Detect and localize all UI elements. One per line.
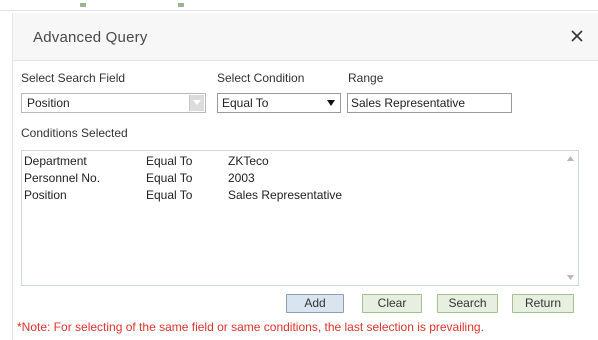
condition-value: 2003	[228, 171, 255, 185]
condition-select[interactable]: Equal To	[217, 93, 341, 113]
condition-operator: Equal To	[146, 154, 193, 168]
dialog-header: Advanced Query	[13, 13, 598, 61]
advanced-query-dialog: Advanced Query Select Search Field Selec…	[12, 13, 598, 340]
condition-value: ZKTeco	[228, 154, 269, 168]
search-field-value: Position	[27, 96, 70, 110]
condition-value: Sales Representative	[228, 188, 343, 202]
search-field-dropdown-button[interactable]	[189, 95, 204, 111]
divider	[0, 10, 598, 11]
clear-button[interactable]: Clear	[362, 294, 422, 313]
background-mark	[178, 3, 184, 7]
chevron-down-icon	[193, 100, 201, 105]
scroll-down-icon[interactable]	[567, 275, 574, 280]
search-button[interactable]: Search	[437, 294, 498, 313]
dialog-title: Advanced Query	[33, 29, 148, 46]
range-value: Sales Representative	[351, 96, 466, 110]
return-button[interactable]: Return	[512, 294, 574, 313]
selection-note: *Note: For selecting of the same field o…	[17, 320, 484, 334]
condition-field: Position	[24, 188, 67, 202]
condition-value: Equal To	[222, 96, 269, 110]
condition-operator: Equal To	[146, 171, 193, 185]
conditions-selected-label: Conditions Selected	[21, 126, 128, 140]
condition-operator: Equal To	[146, 188, 193, 202]
background-window-strip	[0, 0, 598, 12]
condition-field: Personnel No.	[24, 171, 101, 185]
scrollbar[interactable]	[563, 151, 578, 285]
chevron-down-icon	[327, 100, 335, 106]
range-label: Range	[348, 71, 384, 85]
page: Advanced Query Select Search Field Selec…	[0, 0, 598, 340]
condition-label: Select Condition	[217, 71, 305, 85]
close-button[interactable]	[567, 26, 587, 46]
background-mark	[80, 3, 86, 7]
close-icon	[571, 30, 583, 42]
search-field-label: Select Search Field	[21, 71, 126, 85]
search-field-select[interactable]: Position	[21, 93, 206, 113]
range-input[interactable]: Sales Representative	[347, 93, 512, 113]
conditions-list[interactable]: Department Equal To ZKTeco Personnel No.…	[21, 150, 579, 286]
add-button[interactable]: Add	[286, 294, 344, 313]
condition-field: Department	[24, 154, 87, 168]
scroll-up-icon[interactable]	[567, 156, 574, 161]
